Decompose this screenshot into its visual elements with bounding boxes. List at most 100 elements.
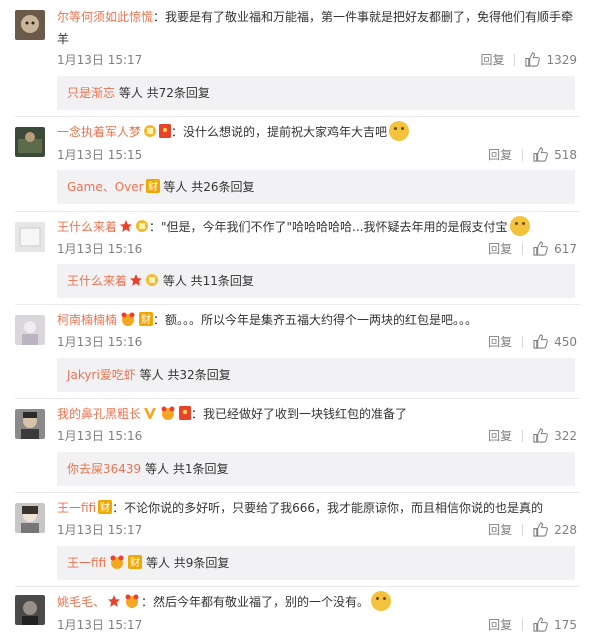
avatar[interactable]: [15, 315, 45, 345]
sub-replies-box[interactable]: 王一fifi 财 等人 共9条回复: [57, 546, 575, 580]
avatar[interactable]: [15, 503, 45, 533]
reply-button[interactable]: 回复: [480, 51, 504, 68]
sub-reply-summary[interactable]: 等人 共11条回复: [159, 274, 254, 288]
comment-divider: [15, 586, 580, 587]
sub-replies-box[interactable]: 只是渐忘 等人 共72条回复: [57, 76, 575, 110]
sub-reply-user[interactable]: 只是渐忘: [67, 86, 115, 100]
sub-reply-user[interactable]: 王一fifi: [67, 556, 106, 570]
red-star-icon: [108, 595, 121, 607]
action-divider: [522, 148, 524, 161]
mascot-badge-icon: [125, 594, 139, 608]
sub-reply-user[interactable]: Jakyri爱吃虾: [67, 368, 136, 382]
reply-button[interactable]: 回复: [488, 333, 512, 350]
action-divider: [522, 618, 524, 631]
red-star-icon: [130, 274, 143, 286]
avatar[interactable]: [15, 595, 45, 625]
comment-text: 我的鼻孔黑粗长 ：我已经做好了收到一块钱红包的准备了: [57, 403, 585, 425]
sub-reply-user[interactable]: Game、Over: [67, 180, 144, 194]
action-divider: [514, 53, 516, 66]
comment-divider: [15, 211, 580, 212]
sub-reply-summary[interactable]: 等人 共1条回复: [141, 462, 228, 476]
mascot-badge-icon: [110, 555, 124, 569]
wealth-badge-icon: 财: [145, 179, 160, 193]
action-divider: [522, 429, 524, 442]
action-divider: [522, 242, 524, 255]
username-link[interactable]: 我的鼻孔黑粗长: [57, 407, 141, 421]
thumbs-up-icon[interactable]: [533, 522, 548, 537]
timestamp: 1月13日 15:17: [57, 618, 143, 632]
sub-reply-user[interactable]: 你去屎36439: [67, 462, 141, 476]
comment-actions: 回复 1329: [480, 51, 577, 68]
reply-button[interactable]: 回复: [488, 427, 512, 444]
username-link[interactable]: 一念执着军人梦: [57, 125, 141, 139]
action-divider: [522, 335, 524, 348]
gold-badge-icon: [144, 125, 157, 137]
username-link[interactable]: 王什么来着: [57, 220, 117, 234]
comment-text: 一念执着军人梦 ：没什么想说的，提前祝大家鸡年大吉吧: [57, 121, 585, 143]
comment-text: 姚毛毛、 ：然后今年都有敬业福了，别的一个没有。: [57, 591, 585, 613]
comment-body: ：没什么想说的，提前祝大家鸡年大吉吧: [171, 125, 388, 139]
avatar[interactable]: [15, 409, 45, 439]
thumbs-up-icon[interactable]: [525, 52, 541, 67]
thumbs-up-icon[interactable]: [533, 334, 548, 349]
timestamp: 1月13日 15:16: [57, 242, 143, 256]
username-link[interactable]: 姚毛毛、: [57, 595, 105, 609]
comment-actions: 回复 617: [488, 240, 577, 257]
red-envelope-icon: [159, 124, 172, 138]
sub-reply-user[interactable]: 王什么来着: [67, 274, 127, 288]
sub-replies-box[interactable]: 王什么来着 等人 共11条回复: [57, 264, 575, 298]
avatar[interactable]: [15, 10, 45, 40]
username-link[interactable]: 王一fifi: [57, 501, 96, 515]
reply-button[interactable]: 回复: [488, 616, 512, 633]
timestamp: 1月13日 15:16: [57, 429, 143, 443]
comment-text: 王一fifi 财：不论你说的多好听，只要给了我666，我才能原谅你，而且相信你说的…: [57, 497, 585, 519]
reply-button[interactable]: 回复: [488, 521, 512, 538]
wealth-badge-icon: 财: [98, 500, 113, 514]
thumbs-up-icon[interactable]: [533, 147, 548, 162]
thumbs-up-icon[interactable]: [533, 241, 548, 256]
gold-badge-icon: [146, 274, 159, 286]
svg-text:财: 财: [141, 313, 151, 326]
comment-divider: [15, 304, 580, 305]
thumbs-up-icon[interactable]: [533, 428, 548, 443]
comment-actions: 回复 228: [488, 521, 577, 538]
sub-replies-box[interactable]: Game、Over 财 等人 共26条回复: [57, 170, 575, 204]
red-star-icon: [120, 220, 133, 232]
wealth-badge-icon: 财: [139, 312, 154, 326]
doge-emoji-icon: [509, 216, 530, 236]
reply-button[interactable]: 回复: [488, 240, 512, 257]
comment-text: 尔等何须如此惊慌：我要是有了敬业福和万能福，第一件事就是把好友都删了，免得他们有…: [57, 6, 585, 50]
timestamp: 1月13日 15:17: [57, 53, 143, 67]
sub-reply-summary[interactable]: 等人 共26条回复: [160, 180, 254, 194]
comment-divider: [15, 116, 580, 117]
timestamp: 1月13日 15:17: [57, 523, 143, 537]
wealth-badge-icon: 财: [128, 555, 143, 569]
smile-emoji-icon: [389, 121, 410, 141]
comment-text: 王什么来着 ："但是，今年我们不作了"哈哈哈哈哈...我怀疑去年用的是假支付宝: [57, 216, 585, 238]
comment-actions: 回复 322: [488, 427, 577, 444]
comment-actions: 回复 518: [488, 146, 577, 163]
comment-body: ：我已经做好了收到一块钱红包的准备了: [191, 407, 408, 421]
comment-divider: [15, 492, 580, 493]
like-count: 450: [554, 334, 577, 349]
thumbs-up-icon[interactable]: [533, 617, 548, 632]
sub-reply-summary[interactable]: 等人 共72条回复: [115, 86, 210, 100]
avatar[interactable]: [15, 127, 45, 157]
comment-body: ：然后今年都有敬业福了，别的一个没有。: [141, 595, 370, 609]
sub-reply-summary[interactable]: 等人 共9条回复: [142, 556, 229, 570]
red-envelope-icon: [179, 406, 192, 420]
avatar[interactable]: [15, 222, 45, 252]
sub-reply-summary[interactable]: 等人 共32条回复: [136, 368, 231, 382]
username-link[interactable]: 尔等何须如此惊慌: [57, 10, 153, 24]
like-count: 322: [554, 428, 577, 443]
sub-replies-box[interactable]: 你去屎36439 等人 共1条回复: [57, 452, 575, 486]
sub-replies-box[interactable]: Jakyri爱吃虾 等人 共32条回复: [57, 358, 575, 392]
reply-button[interactable]: 回复: [488, 146, 512, 163]
comment-actions: 回复 175: [488, 616, 577, 633]
username-link[interactable]: 柯南楠楠楠: [57, 313, 117, 327]
mascot-badge-icon: [161, 406, 175, 420]
timestamp: 1月13日 15:15: [57, 148, 143, 162]
timestamp: 1月13日 15:16: [57, 335, 143, 349]
like-count: 617: [554, 241, 577, 256]
svg-text:财: 财: [130, 556, 140, 569]
